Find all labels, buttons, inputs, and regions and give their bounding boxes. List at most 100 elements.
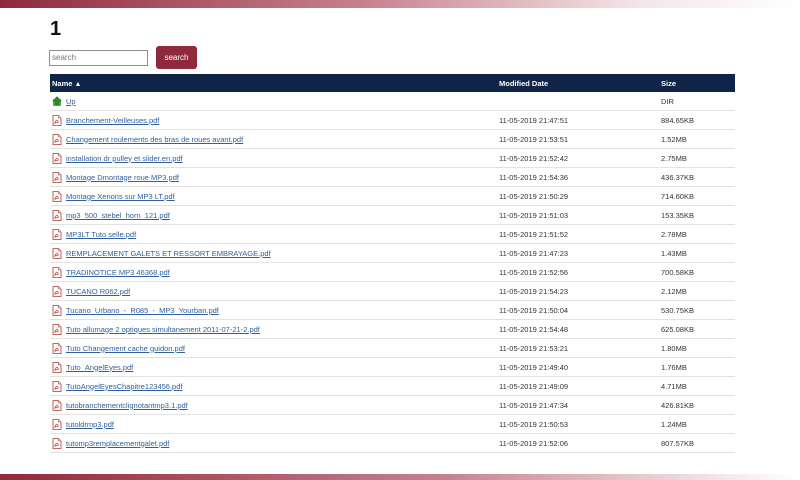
pdf-file-icon <box>52 323 62 335</box>
file-link[interactable]: TUCANO R062.pdf <box>66 287 130 296</box>
file-size: 530.75KB <box>659 300 735 320</box>
modified-date: 11-05-2019 21:51:03 <box>497 205 659 225</box>
pdf-file-icon <box>52 437 62 449</box>
pdf-file-icon <box>52 247 62 259</box>
modified-date: 11-05-2019 21:47:34 <box>497 395 659 415</box>
modified-column-header[interactable]: Modified Date <box>497 74 659 92</box>
file-link[interactable]: Montage Dmontage roue MP3.pdf <box>66 173 179 182</box>
modified-date: 11-05-2019 21:52:06 <box>497 433 659 453</box>
file-size: 1.24MB <box>659 414 735 434</box>
modified-date: 11-05-2019 21:53:51 <box>497 129 659 149</box>
modified-date: 11-05-2019 21:50:53 <box>497 414 659 434</box>
modified-date: 11-05-2019 21:53:21 <box>497 338 659 358</box>
table-row: tutoldrmp3.pdf 11-05-2019 21:50:53 1.24MB <box>50 414 735 434</box>
search-button[interactable]: search <box>156 46 197 69</box>
pdf-file-icon <box>52 152 62 164</box>
table-row: Montage Xenons sur MP3 LT.pdf 11-05-2019 … <box>50 186 735 206</box>
file-size: 153.35KB <box>659 205 735 225</box>
file-link[interactable]: tutobranchementclignotantmp3.1.pdf <box>66 401 188 410</box>
pdf-file-icon <box>52 171 62 183</box>
pdf-file-icon <box>52 114 62 126</box>
table-row: TutoAngelEyesChapitre123456.pdf 11-05-201… <box>50 376 735 396</box>
file-link[interactable]: TRADINOTICE MP3 46368.pdf <box>66 268 170 277</box>
file-size: 436.37KB <box>659 167 735 187</box>
pdf-file-icon <box>52 285 62 297</box>
table-row: Tuto_AngelEyes.pdf 11-05-2019 21:49:40 1.7… <box>50 357 735 377</box>
file-link[interactable]: tutomp3remplacementgalet.pdf <box>66 439 169 448</box>
table-row: Tuto Changement cache guidon.pdf 11-05-20… <box>50 338 735 358</box>
pdf-file-icon <box>52 133 62 145</box>
modified-date: 11-05-2019 21:52:56 <box>497 262 659 282</box>
page-title: 1 <box>50 18 62 40</box>
table-row: MP3LT Tuto selle.pdf 11-05-2019 21:51:52 2… <box>50 224 735 244</box>
modified-date: 11-05-2019 21:47:23 <box>497 243 659 263</box>
file-size: 1.43MB <box>659 243 735 263</box>
pdf-file-icon <box>52 190 62 202</box>
pdf-file-icon <box>52 228 62 240</box>
search-form: search <box>49 46 197 69</box>
file-link[interactable]: mp3_500_stebel_horn_121.pdf <box>66 211 170 220</box>
table-row: TRADINOTICE MP3 46368.pdf 11-05-2019 21:5… <box>50 262 735 282</box>
file-size: 1.76MB <box>659 357 735 377</box>
search-input[interactable] <box>49 49 148 66</box>
file-link[interactable]: TutoAngelEyesChapitre123456.pdf <box>66 382 182 391</box>
name-header-label: Name <box>52 78 73 88</box>
pdf-file-icon <box>52 304 62 316</box>
file-size: 807.57KB <box>659 433 735 453</box>
modified-date: 11-05-2019 21:50:04 <box>497 300 659 320</box>
file-size: 1.52MB <box>659 129 735 149</box>
file-link[interactable]: MP3LT Tuto selle.pdf <box>66 230 136 239</box>
file-link[interactable]: Changement roulements des bras de roues … <box>66 135 243 144</box>
sort-ascending-icon: ▲ <box>74 80 82 88</box>
table-header-row: Name ▲ Modified Date Size <box>50 74 735 92</box>
bottom-accent-bar <box>0 474 800 480</box>
file-link[interactable]: tutoldrmp3.pdf <box>66 420 114 429</box>
modified-date: 11-05-2019 21:54:36 <box>497 167 659 187</box>
modified-date: 11-05-2019 21:49:09 <box>497 376 659 396</box>
table-row: TUCANO R062.pdf 11-05-2019 21:54:23 2.12MB <box>50 281 735 301</box>
up-row-size: DIR <box>659 92 735 111</box>
file-size: 2.75MB <box>659 148 735 168</box>
table-row: REMPLACEMENT GALETS ET RESSORT EMBRAYAGE… <box>50 243 735 263</box>
name-column-header[interactable]: Name ▲ <box>50 74 497 92</box>
top-accent-bar <box>0 0 800 8</box>
modified-date: 11-05-2019 21:49:40 <box>497 357 659 377</box>
file-link[interactable]: Branchement-Veilleuses.pdf <box>66 116 159 125</box>
file-link[interactable]: installation dr pulley et slider.en.pdf <box>66 154 183 163</box>
file-size: 2.78MB <box>659 224 735 244</box>
pdf-file-icon <box>52 380 62 392</box>
modified-date: 11-05-2019 21:52:42 <box>497 148 659 168</box>
modified-date: 11-05-2019 21:54:48 <box>497 319 659 339</box>
size-column-header[interactable]: Size <box>659 74 735 92</box>
table-row: installation dr pulley et slider.en.pdf 1… <box>50 148 735 168</box>
table-row: mp3_500_stebel_horn_121.pdf 11-05-2019 21… <box>50 205 735 225</box>
modified-date: 11-05-2019 21:54:23 <box>497 281 659 301</box>
table-row: Tuto allumage 2 optiques simultanement 2… <box>50 319 735 339</box>
file-link[interactable]: Tucano_Urbano_-_R085_-_MP3_Yourban.pdf <box>66 306 219 315</box>
file-size: 4.71MB <box>659 376 735 396</box>
pdf-file-icon <box>52 209 62 221</box>
pdf-file-icon <box>52 418 62 430</box>
table-row: tutobranchementclignotantmp3.1.pdf 11-05-… <box>50 395 735 415</box>
table-row: Changement roulements des bras de roues … <box>50 129 735 149</box>
file-table: Name ▲ Modified Date Size Up DIR Branche… <box>50 74 735 453</box>
pdf-file-icon <box>52 266 62 278</box>
file-link[interactable]: REMPLACEMENT GALETS ET RESSORT EMBRAYAGE… <box>66 249 271 258</box>
up-arrow-icon <box>52 95 62 107</box>
table-row: Montage Dmontage roue MP3.pdf 11-05-2019 … <box>50 167 735 187</box>
file-size: 714.60KB <box>659 186 735 206</box>
pdf-file-icon <box>52 399 62 411</box>
file-size: 2.12MB <box>659 281 735 301</box>
file-size: 625.08KB <box>659 319 735 339</box>
pdf-file-icon <box>52 342 62 354</box>
file-link[interactable]: Tuto Changement cache guidon.pdf <box>66 344 185 353</box>
file-link[interactable]: Tuto allumage 2 optiques simultanement 2… <box>66 325 260 334</box>
file-size: 884.65KB <box>659 110 735 130</box>
file-size: 1.80MB <box>659 338 735 358</box>
file-link[interactable]: Tuto_AngelEyes.pdf <box>66 363 133 372</box>
file-link[interactable]: Montage Xenons sur MP3 LT.pdf <box>66 192 175 201</box>
file-size: 700.58KB <box>659 262 735 282</box>
up-link[interactable]: Up <box>66 97 76 106</box>
pdf-file-icon <box>52 361 62 373</box>
modified-date: 11-05-2019 21:47:51 <box>497 110 659 130</box>
